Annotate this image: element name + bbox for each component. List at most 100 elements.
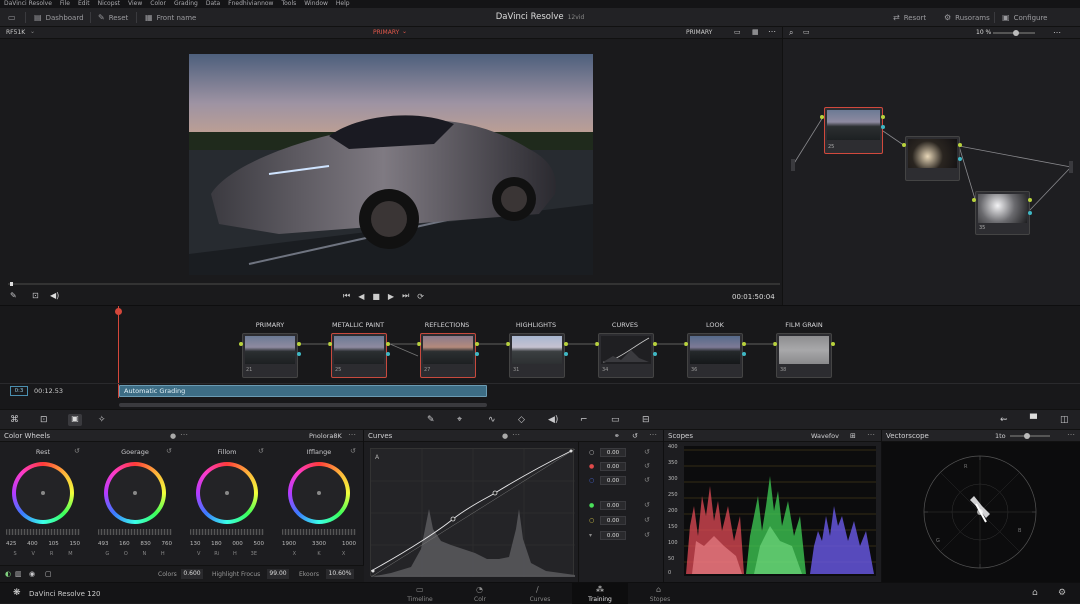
- settings-icon[interactable]: ⚙: [1058, 588, 1066, 598]
- vectorscope-zoom-slider[interactable]: [1010, 433, 1050, 439]
- wheel-slider[interactable]: [98, 529, 172, 535]
- playhead-handle[interactable]: [115, 308, 122, 315]
- panel-icon[interactable]: ◫: [1060, 415, 1069, 425]
- curve-value[interactable]: 0.00: [600, 448, 626, 457]
- ekoors-value[interactable]: 10.60%: [326, 569, 354, 579]
- menu-item[interactable]: Edit: [78, 0, 90, 8]
- curve-value[interactable]: 0.00: [600, 516, 626, 525]
- track-index[interactable]: 0:3: [10, 386, 28, 396]
- brush-icon[interactable]: ✎: [427, 415, 435, 425]
- reset-icon[interactable]: ↺: [632, 430, 638, 442]
- chevron-down-icon[interactable]: ⌄: [30, 28, 35, 35]
- scope-mode-select[interactable]: Wavefov: [811, 430, 839, 442]
- reset-icon[interactable]: ↺: [258, 447, 264, 455]
- node-1[interactable]: 25: [824, 107, 883, 154]
- menu-item[interactable]: File: [60, 0, 70, 8]
- more-icon[interactable]: ⋯: [512, 429, 520, 441]
- audio-icon[interactable]: ◀): [50, 291, 59, 300]
- menu-item[interactable]: View: [128, 0, 142, 8]
- more-icon[interactable]: ⋯: [1053, 28, 1061, 37]
- curve-icon[interactable]: ∿: [488, 415, 496, 425]
- menu-item[interactable]: Fnedhiviannow: [228, 0, 273, 8]
- skip-back-icon[interactable]: ⏮: [343, 291, 350, 301]
- fit-icon[interactable]: ⊡: [32, 291, 39, 300]
- scrub-bar[interactable]: [8, 282, 780, 286]
- menu-item[interactable]: Data: [206, 0, 220, 8]
- wheel-slider[interactable]: [6, 529, 80, 535]
- reset-icon[interactable]: ↺: [350, 447, 356, 455]
- reset-icon[interactable]: ↺: [644, 516, 650, 524]
- mode-select[interactable]: Pnolora8K: [309, 430, 342, 442]
- configure-button[interactable]: ▣ Configure: [1002, 12, 1048, 23]
- color-wheel-gain[interactable]: [196, 462, 258, 524]
- slider-icon[interactable]: ●: [502, 430, 508, 442]
- clip-primary[interactable]: 21: [242, 333, 298, 378]
- menu-item[interactable]: Window: [304, 0, 328, 8]
- skip-forward-icon[interactable]: ⏭: [402, 291, 409, 301]
- node-graph[interactable]: 25 35: [782, 39, 1080, 305]
- zoom-out-icon[interactable]: ▭: [803, 28, 810, 36]
- curve-value[interactable]: 0.00: [600, 462, 626, 471]
- chevron-down-icon[interactable]: ⌄: [402, 28, 407, 35]
- colors-value[interactable]: 0.600: [181, 569, 203, 579]
- home-icon[interactable]: ⌂: [1032, 588, 1038, 598]
- magic-icon[interactable]: ✧: [98, 415, 106, 425]
- more-icon[interactable]: ⋯: [348, 429, 356, 441]
- resolution-select[interactable]: RF51K: [6, 29, 25, 36]
- 3d-icon[interactable]: ⊟: [642, 415, 650, 425]
- audio-icon[interactable]: ◀): [548, 415, 558, 425]
- step-back-icon[interactable]: ◀: [358, 292, 364, 301]
- reset-icon[interactable]: ↺: [644, 476, 650, 484]
- more-icon[interactable]: ⋯: [180, 429, 188, 441]
- settings-icon[interactable]: ⊞: [850, 430, 856, 442]
- more-icon[interactable]: ⋯: [1067, 429, 1075, 441]
- menu-item[interactable]: Grading: [174, 0, 198, 8]
- zoom-slider[interactable]: [993, 30, 1035, 36]
- primary-mode-select[interactable]: PRIMARY: [686, 29, 712, 36]
- menu-item[interactable]: Color: [150, 0, 166, 8]
- log-icon[interactable]: ◉: [29, 570, 35, 578]
- reset-icon[interactable]: ↺: [644, 501, 650, 509]
- menu-item[interactable]: Tools: [281, 0, 296, 8]
- reset-icon[interactable]: ↺: [644, 462, 650, 470]
- color-wheel-offset[interactable]: [288, 462, 350, 524]
- key-icon[interactable]: ◇: [518, 415, 525, 425]
- reset-icon[interactable]: ↺: [166, 447, 172, 455]
- node-2[interactable]: [905, 136, 960, 181]
- curve-value[interactable]: 0.00: [600, 501, 626, 510]
- curve-value[interactable]: 0.00: [600, 476, 626, 485]
- node-3[interactable]: 35: [975, 191, 1030, 235]
- rusorams-button[interactable]: ⚙ Rusorams: [944, 12, 990, 23]
- link-icon[interactable]: ⚭: [614, 430, 620, 442]
- wand-icon[interactable]: ✎: [10, 291, 17, 300]
- dropdown-icon[interactable]: ▢: [45, 570, 52, 578]
- search-icon[interactable]: ⌕: [789, 28, 793, 38]
- color-wheel-lift[interactable]: [12, 462, 74, 524]
- mode-icon[interactable]: ◐: [5, 570, 11, 578]
- eyedropper-icon[interactable]: ⌖: [457, 415, 462, 425]
- menu-item[interactable]: Nicopst: [98, 0, 120, 8]
- more-icon[interactable]: ⋯: [867, 429, 875, 441]
- tab-colr[interactable]: ◔ Colr: [452, 583, 508, 604]
- curve-value[interactable]: 0.00: [600, 531, 626, 540]
- grid-icon[interactable]: ▦: [752, 28, 759, 36]
- reset-icon[interactable]: ↺: [74, 447, 80, 455]
- primary-select[interactable]: PRIMARY: [373, 29, 399, 36]
- color-wheel-gamma[interactable]: [104, 462, 166, 524]
- slider-icon[interactable]: ●: [170, 430, 176, 442]
- timeline-clip[interactable]: Automatic Grading: [119, 385, 487, 397]
- tab-training[interactable]: ⁂ Training: [572, 583, 628, 604]
- wheel-slider[interactable]: [190, 529, 264, 535]
- play-icon[interactable]: ▶: [388, 292, 394, 301]
- tab-stopes[interactable]: ⌂ Stopes: [632, 583, 688, 604]
- highlight-focus-value[interactable]: 99.00: [267, 569, 289, 579]
- timeline-scrollbar[interactable]: [119, 403, 487, 407]
- blur-icon[interactable]: ⌐: [580, 415, 588, 425]
- scopes-toggle-icon[interactable]: ▀: [1030, 415, 1037, 425]
- preview-image[interactable]: [189, 54, 593, 275]
- sizing-icon[interactable]: ▭: [611, 415, 620, 425]
- nodes-icon[interactable]: ⌘: [10, 415, 19, 425]
- reset-icon[interactable]: ↺: [644, 448, 650, 456]
- curve-editor[interactable]: A: [370, 448, 576, 578]
- stop-icon[interactable]: ■: [372, 292, 380, 301]
